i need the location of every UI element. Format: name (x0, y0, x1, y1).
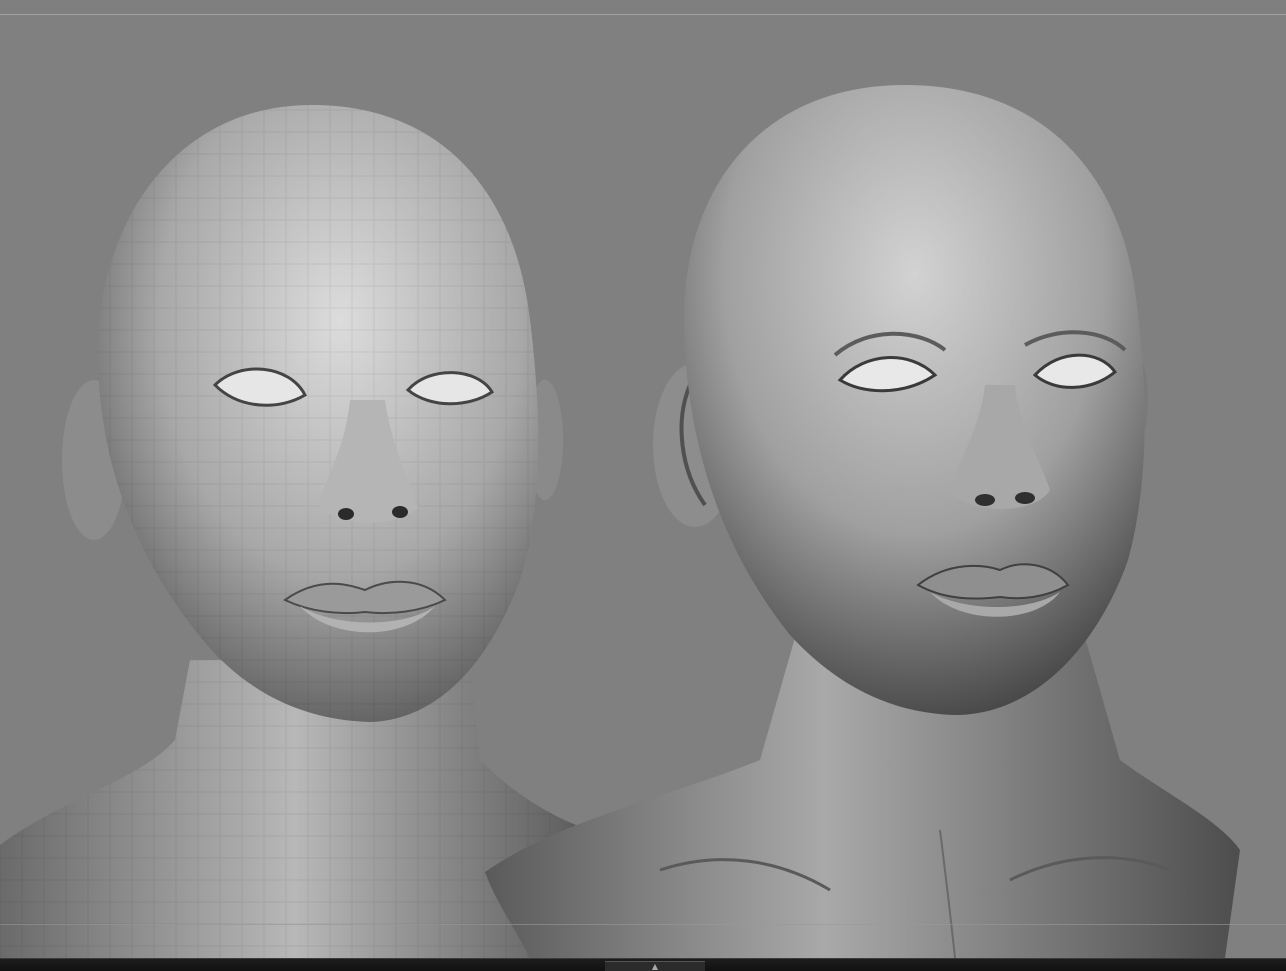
sculpted-head-model[interactable] (485, 85, 1240, 958)
scene-render (0, 85, 1240, 958)
lower-guide-line (0, 924, 1286, 925)
panel-collapse-handle[interactable]: ▲ (605, 961, 705, 971)
lowpoly-head-model[interactable] (0, 105, 590, 958)
status-bar: ▲ (0, 958, 1286, 971)
collapse-triangle-icon: ▲ (651, 961, 659, 971)
